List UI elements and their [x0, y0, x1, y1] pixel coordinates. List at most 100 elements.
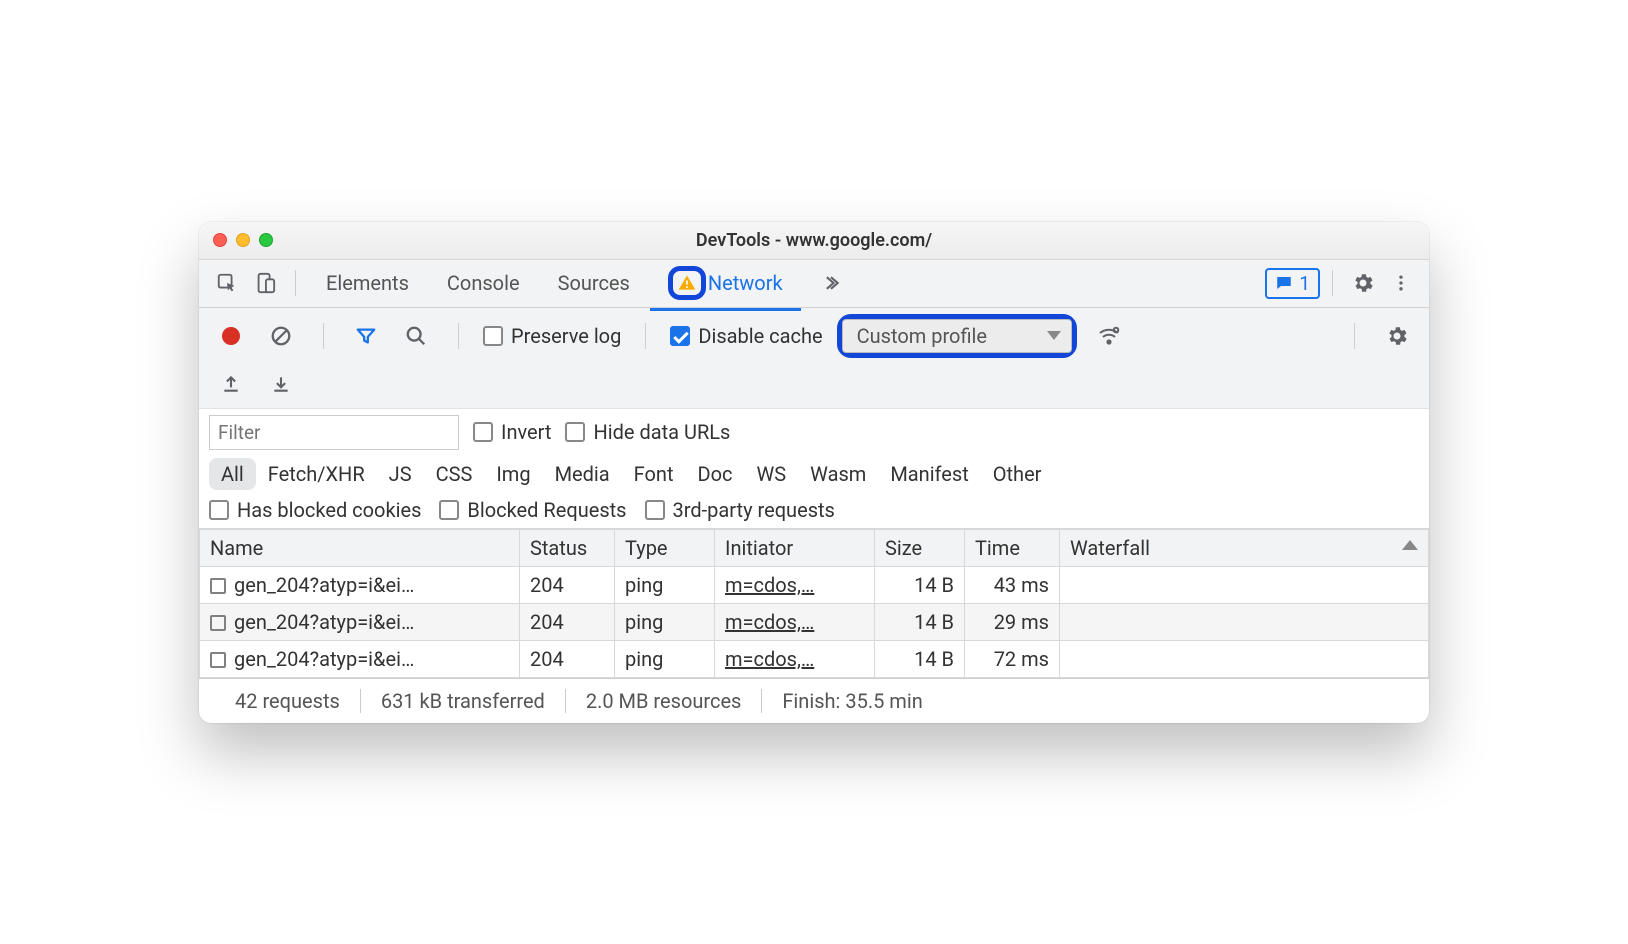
th-waterfall[interactable]: Waterfall	[1060, 529, 1429, 566]
tab-network[interactable]: Network	[650, 256, 801, 310]
cell-initiator[interactable]: m=cdos,…	[715, 640, 875, 677]
cell-time: 43 ms	[965, 566, 1060, 603]
th-status[interactable]: Status	[520, 529, 615, 566]
cell-initiator[interactable]: m=cdos,…	[715, 603, 875, 640]
network-toolbar: Preserve log Disable cache Custom profil…	[199, 308, 1429, 409]
throttle-highlight: Custom profile	[837, 314, 1077, 358]
record-button[interactable]	[213, 318, 249, 354]
clear-icon	[270, 325, 292, 347]
chip-ws[interactable]: WS	[745, 458, 799, 490]
throttle-select[interactable]: Custom profile	[842, 319, 1072, 353]
tab-console[interactable]: Console	[429, 261, 538, 305]
issues-count: 1	[1299, 272, 1310, 295]
chip-js[interactable]: JS	[377, 458, 424, 490]
chip-img[interactable]: Img	[484, 458, 542, 490]
status-requests: 42 requests	[215, 689, 360, 713]
search-icon	[405, 325, 427, 347]
record-icon	[222, 327, 240, 345]
file-icon	[210, 578, 226, 594]
chip-other[interactable]: Other	[981, 458, 1054, 490]
close-icon[interactable]	[213, 233, 227, 247]
issues-badge[interactable]: 1	[1265, 268, 1320, 299]
device-toggle-icon[interactable]	[247, 265, 283, 301]
th-time[interactable]: Time	[965, 529, 1060, 566]
chip-media[interactable]: Media	[543, 458, 622, 490]
filter-input[interactable]	[209, 415, 459, 450]
cell-waterfall	[1060, 640, 1429, 677]
throttle-value: Custom profile	[857, 324, 987, 348]
file-icon	[210, 652, 226, 668]
th-name[interactable]: Name	[200, 529, 520, 566]
disable-cache-label: Disable cache	[698, 324, 822, 348]
clear-button[interactable]	[263, 318, 299, 354]
window-controls	[213, 233, 273, 247]
import-har-button[interactable]	[263, 366, 299, 402]
filter-icon	[355, 325, 377, 347]
blocked-cookies-label: Has blocked cookies	[237, 498, 421, 522]
chip-font[interactable]: Font	[622, 458, 686, 490]
sort-asc-icon	[1402, 540, 1418, 550]
chip-all[interactable]: All	[209, 458, 256, 490]
cell-initiator[interactable]: m=cdos,…	[715, 566, 875, 603]
search-button[interactable]	[398, 318, 434, 354]
status-bar: 42 requests 631 kB transferred 2.0 MB re…	[199, 678, 1429, 723]
warning-icon	[677, 273, 697, 293]
blocked-cookies-checkbox[interactable]: Has blocked cookies	[209, 498, 421, 522]
checkbox-icon	[209, 500, 229, 520]
cell-name: gen_204?atyp=i&ei…	[200, 640, 520, 677]
th-type[interactable]: Type	[615, 529, 715, 566]
chip-css[interactable]: CSS	[424, 458, 485, 490]
table-row[interactable]: gen_204?atyp=i&ei…204pingm=cdos,…14 B72 …	[200, 640, 1429, 677]
minimize-icon[interactable]	[236, 233, 250, 247]
checkbox-icon	[473, 422, 493, 442]
cell-name: gen_204?atyp=i&ei…	[200, 603, 520, 640]
type-filter-chips: All Fetch/XHR JS CSS Img Media Font Doc …	[209, 458, 1419, 490]
zoom-icon[interactable]	[259, 233, 273, 247]
cell-type: ping	[615, 566, 715, 603]
table-row[interactable]: gen_204?atyp=i&ei…204pingm=cdos,…14 B43 …	[200, 566, 1429, 603]
invert-label: Invert	[501, 420, 551, 444]
tab-network-label: Network	[708, 271, 783, 295]
more-icon[interactable]	[1383, 265, 1419, 301]
th-size[interactable]: Size	[875, 529, 965, 566]
third-party-checkbox[interactable]: 3rd-party requests	[645, 498, 835, 522]
invert-checkbox[interactable]: Invert	[473, 420, 551, 444]
checkbox-icon	[645, 500, 665, 520]
th-initiator[interactable]: Initiator	[715, 529, 875, 566]
third-party-label: 3rd-party requests	[673, 498, 835, 522]
preserve-log-checkbox[interactable]: Preserve log	[483, 324, 621, 348]
cell-status: 204	[520, 603, 615, 640]
table-row[interactable]: gen_204?atyp=i&ei…204pingm=cdos,…14 B29 …	[200, 603, 1429, 640]
status-transferred: 631 kB transferred	[360, 689, 565, 713]
filter-toggle[interactable]	[348, 318, 384, 354]
chip-fetchxhr[interactable]: Fetch/XHR	[256, 458, 377, 490]
status-resources: 2.0 MB resources	[565, 689, 762, 713]
separator	[1332, 270, 1333, 296]
cell-name: gen_204?atyp=i&ei…	[200, 566, 520, 603]
blocked-requests-checkbox[interactable]: Blocked Requests	[439, 498, 626, 522]
warning-highlight	[668, 266, 706, 300]
disable-cache-checkbox[interactable]: Disable cache	[670, 324, 822, 348]
cell-waterfall	[1060, 566, 1429, 603]
separator	[645, 323, 646, 349]
chat-icon	[1275, 274, 1293, 292]
cell-size: 14 B	[875, 566, 965, 603]
chip-manifest[interactable]: Manifest	[878, 458, 980, 490]
settings-icon[interactable]	[1345, 265, 1381, 301]
download-icon	[271, 374, 291, 394]
cell-size: 14 B	[875, 640, 965, 677]
cell-type: ping	[615, 640, 715, 677]
chip-doc[interactable]: Doc	[686, 458, 745, 490]
cell-type: ping	[615, 603, 715, 640]
panel-settings-icon[interactable]	[1379, 318, 1415, 354]
cell-time: 29 ms	[965, 603, 1060, 640]
export-har-button[interactable]	[213, 366, 249, 402]
network-conditions-icon[interactable]	[1091, 318, 1127, 354]
tab-sources[interactable]: Sources	[540, 261, 648, 305]
inspect-icon[interactable]	[209, 265, 245, 301]
tab-more[interactable]	[803, 263, 859, 303]
chip-wasm[interactable]: Wasm	[798, 458, 878, 490]
checkbox-icon	[483, 326, 503, 346]
hide-data-urls-checkbox[interactable]: Hide data URLs	[565, 420, 730, 444]
tab-elements[interactable]: Elements	[308, 261, 427, 305]
